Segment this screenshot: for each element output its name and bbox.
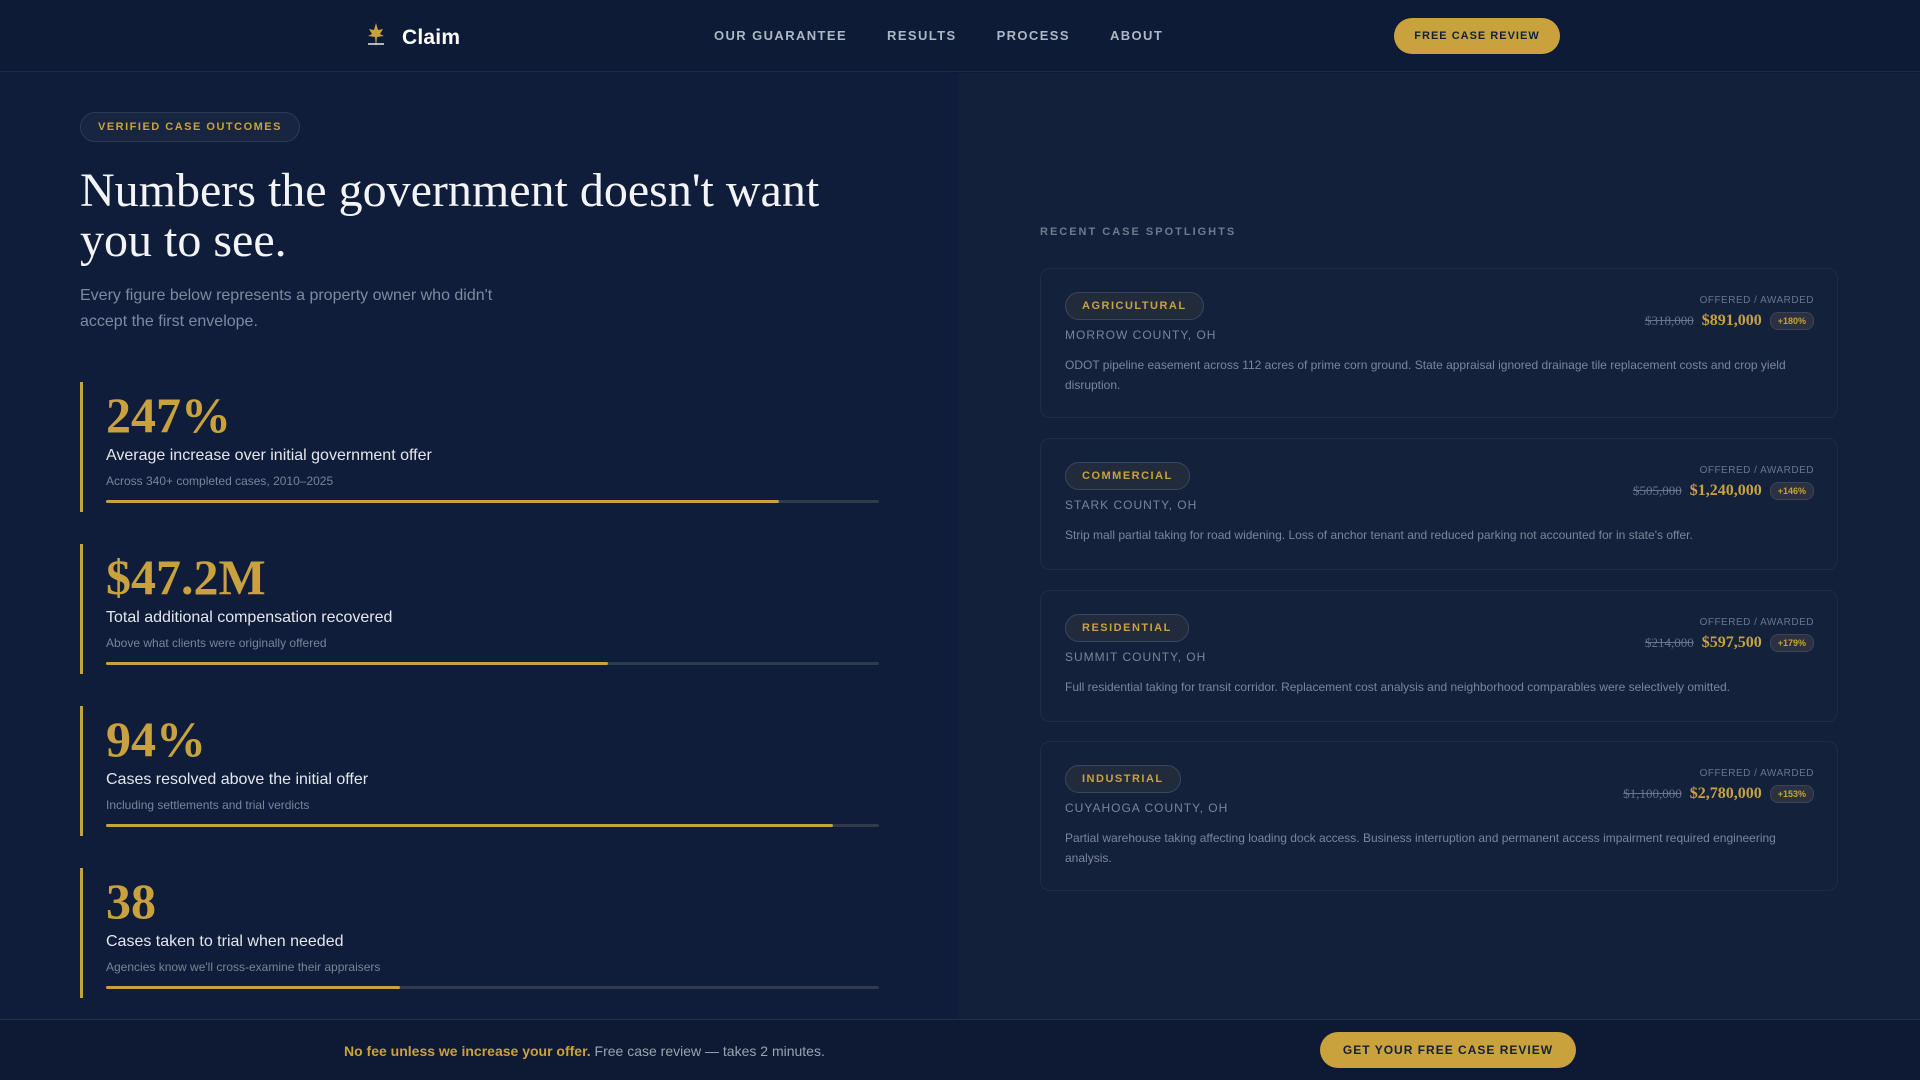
case-card[interactable]: RESIDENTIAL SUMMIT COUNTY, OH OFFERED / … xyxy=(1040,590,1838,722)
case-type-tag: COMMERCIAL xyxy=(1065,462,1190,490)
nav-link-results[interactable]: RESULTS xyxy=(887,28,957,43)
case-type-tag: RESIDENTIAL xyxy=(1065,614,1189,642)
case-type-tag: AGRICULTURAL xyxy=(1065,292,1204,320)
case-description: Strip mall partial taking for road widen… xyxy=(1065,528,1693,542)
case-description: Partial warehouse taking affecting loadi… xyxy=(1065,831,1776,865)
offered-amount: $214,000 xyxy=(1644,635,1694,650)
price-row: $1,100,000 $2,780,000 +153% xyxy=(1623,785,1814,803)
stat-progress-fill xyxy=(106,986,400,989)
case-county: CUYAHOGA COUNTY, OH xyxy=(1065,801,1229,815)
case-spotlights-column: RECENT CASE SPOTLIGHTS AGRICULTURAL MORR… xyxy=(958,73,1920,1019)
case-county: STARK COUNTY, OH xyxy=(1065,498,1198,512)
stat-note: Including settlements and trial verdicts xyxy=(106,798,310,812)
stat-label: Total additional compensation recovered xyxy=(106,609,393,626)
stat-label: Average increase over initial government… xyxy=(106,447,432,464)
footer-guarantee: No fee unless we increase your offer. xyxy=(344,1043,591,1059)
case-description: ODOT pipeline easement across 112 acres … xyxy=(1065,358,1786,392)
get-free-case-review-button[interactable]: GET YOUR FREE CASE REVIEW xyxy=(1320,1032,1576,1068)
price-row: $318,000 $891,000 +180% xyxy=(1645,312,1814,330)
stat-block: 94% Cases resolved above the initial off… xyxy=(80,706,880,836)
stat-note: Across 340+ completed cases, 2010–2025 xyxy=(106,474,334,488)
awarded-amount: $2,780,000 xyxy=(1689,785,1762,802)
stat-value: $47.2M xyxy=(106,549,266,605)
stat-block: 38 Cases taken to trial when needed Agen… xyxy=(80,868,880,998)
case-type-tag: INDUSTRIAL xyxy=(1065,765,1181,793)
offered-awarded-label: OFFERED / AWARDED xyxy=(1699,295,1814,306)
awarded-amount: $891,000 xyxy=(1701,312,1762,329)
brand[interactable]: Claim xyxy=(364,22,460,53)
nav-link-process[interactable]: PROCESS xyxy=(997,28,1070,43)
increase-badge: +153% xyxy=(1769,785,1814,803)
nav-link-about[interactable]: ABOUT xyxy=(1110,28,1163,43)
nav-link-our-guarantee[interactable]: OUR GUARANTEE xyxy=(714,28,847,43)
stat-progress-fill xyxy=(106,500,779,503)
logo-icon xyxy=(364,22,388,53)
price-row: $214,000 $597,500 +179% xyxy=(1645,634,1814,652)
case-card[interactable]: COMMERCIAL STARK COUNTY, OH OFFERED / AW… xyxy=(1040,438,1838,570)
offered-awarded-label: OFFERED / AWARDED xyxy=(1699,768,1814,779)
case-county: MORROW COUNTY, OH xyxy=(1065,328,1217,342)
awarded-amount: $1,240,000 xyxy=(1689,482,1762,499)
stat-note: Agencies know we'll cross-examine their … xyxy=(106,960,381,974)
verified-outcomes-badge: VERIFIED CASE OUTCOMES xyxy=(80,112,300,142)
stat-progress-track xyxy=(106,986,879,989)
offered-amount: $505,000 xyxy=(1632,483,1682,498)
page-title: Numbers the government doesn't want you … xyxy=(80,164,820,267)
case-card[interactable]: AGRICULTURAL MORROW COUNTY, OH OFFERED /… xyxy=(1040,268,1838,418)
stat-label: Cases taken to trial when needed xyxy=(106,933,344,950)
offered-awarded-label: OFFERED / AWARDED xyxy=(1699,465,1814,476)
stat-label: Cases resolved above the initial offer xyxy=(106,771,369,788)
stat-value: 247% xyxy=(106,387,231,443)
offered-awarded-label: OFFERED / AWARDED xyxy=(1699,617,1814,628)
stat-progress-fill xyxy=(106,824,833,827)
page-subtitle: Every figure below represents a property… xyxy=(80,287,493,330)
stat-value: 38 xyxy=(106,873,156,929)
sticky-footer-bar: No fee unless we increase your offer. Fr… xyxy=(0,1019,1920,1080)
increase-badge: +146% xyxy=(1769,482,1814,500)
stat-value: 94% xyxy=(106,711,206,767)
offered-amount: $318,000 xyxy=(1644,313,1694,328)
increase-badge: +179% xyxy=(1769,634,1814,652)
stat-progress-track xyxy=(106,500,879,503)
stat-progress-fill xyxy=(106,662,609,665)
brand-name: Claim xyxy=(402,25,461,49)
stats-column: VERIFIED CASE OUTCOMES Numbers the gover… xyxy=(0,73,958,1019)
nav-links: OUR GUARANTEE RESULTS PROCESS ABOUT xyxy=(714,28,1163,43)
footer-message: No fee unless we increase your offer. Fr… xyxy=(344,1043,825,1059)
case-card[interactable]: INDUSTRIAL CUYAHOGA COUNTY, OH OFFERED /… xyxy=(1040,741,1838,891)
stat-note: Above what clients were originally offer… xyxy=(106,636,327,650)
increase-badge: +180% xyxy=(1769,312,1814,330)
case-county: SUMMIT COUNTY, OH xyxy=(1065,650,1207,664)
stat-block: $47.2M Total additional compensation rec… xyxy=(80,544,880,674)
awarded-amount: $597,500 xyxy=(1701,634,1762,651)
stat-progress-track xyxy=(106,824,879,827)
section-label: RECENT CASE SPOTLIGHTS xyxy=(1040,226,1237,238)
stat-block: 247% Average increase over initial gover… xyxy=(80,382,880,512)
price-row: $505,000 $1,240,000 +146% xyxy=(1633,482,1814,500)
top-nav: Claim OUR GUARANTEE RESULTS PROCESS ABOU… xyxy=(0,0,1920,72)
stat-progress-track xyxy=(106,662,879,665)
free-case-review-button[interactable]: FREE CASE REVIEW xyxy=(1394,18,1560,54)
footer-subtext: Free case review — takes 2 minutes. xyxy=(590,1043,825,1059)
offered-amount: $1,100,000 xyxy=(1623,786,1682,801)
case-description: Full residential taking for transit corr… xyxy=(1065,680,1730,694)
